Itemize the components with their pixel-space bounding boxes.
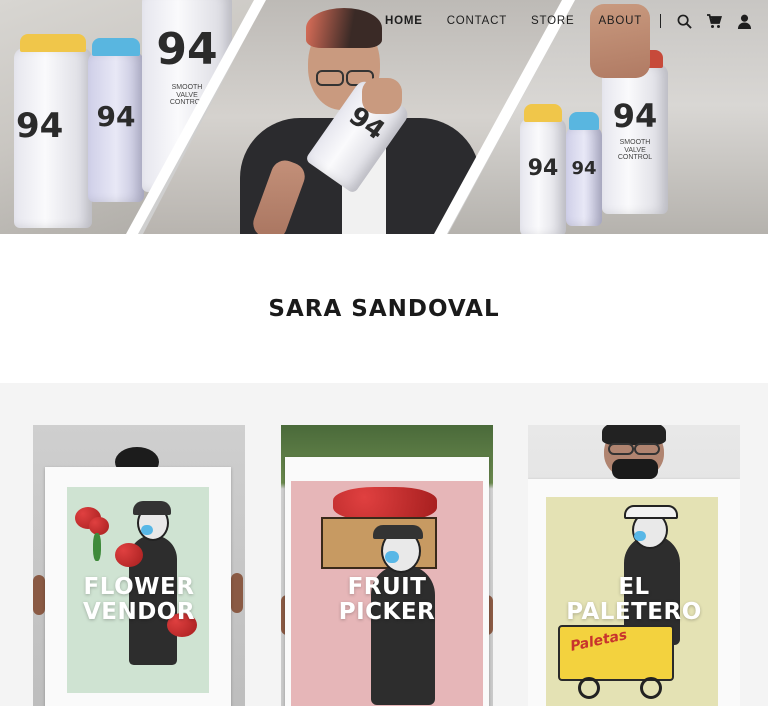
card-title: FRUIT PICKER (338, 574, 436, 625)
cart-icon[interactable] (705, 12, 723, 30)
glasses-icon (316, 70, 344, 86)
spray-can: 94 (88, 38, 144, 202)
main-nav: HOME CONTACT STORE ABOUT (385, 12, 765, 30)
account-icon[interactable] (735, 12, 753, 30)
gallery-card-el-paletero[interactable]: Paletas EL PALETERO (528, 425, 740, 706)
page-title: SARA SANDOVAL (268, 295, 500, 322)
title-section: SARA SANDOVAL (0, 234, 768, 383)
gallery-section: FLOWER VENDOR FRUIT PICKER Paletas EL PA… (0, 383, 768, 706)
nav-contact[interactable]: CONTACT (447, 15, 507, 27)
card-title: EL PALETERO (566, 574, 702, 625)
hero-banner: 94 94 94 SMOOTH VALVE CONTROL 94 94 94 9… (0, 0, 768, 234)
card-title: FLOWER VENDOR (82, 574, 196, 625)
search-icon[interactable] (675, 12, 693, 30)
gallery-card-fruit-picker[interactable]: FRUIT PICKER (281, 425, 493, 706)
nav-store[interactable]: STORE (531, 15, 574, 27)
nav-about[interactable]: ABOUT (598, 15, 642, 27)
nav-separator (660, 14, 662, 28)
spray-can: 94 (14, 34, 92, 228)
nav-home[interactable]: HOME (385, 15, 423, 27)
spray-can: 94 (520, 104, 566, 234)
paletas-cart: Paletas (558, 625, 674, 681)
spray-can: 94 (566, 112, 602, 226)
gallery-card-flower-vendor[interactable]: FLOWER VENDOR (33, 425, 245, 706)
spray-can: 94 SMOOTH VALVE CONTROL (602, 50, 668, 214)
